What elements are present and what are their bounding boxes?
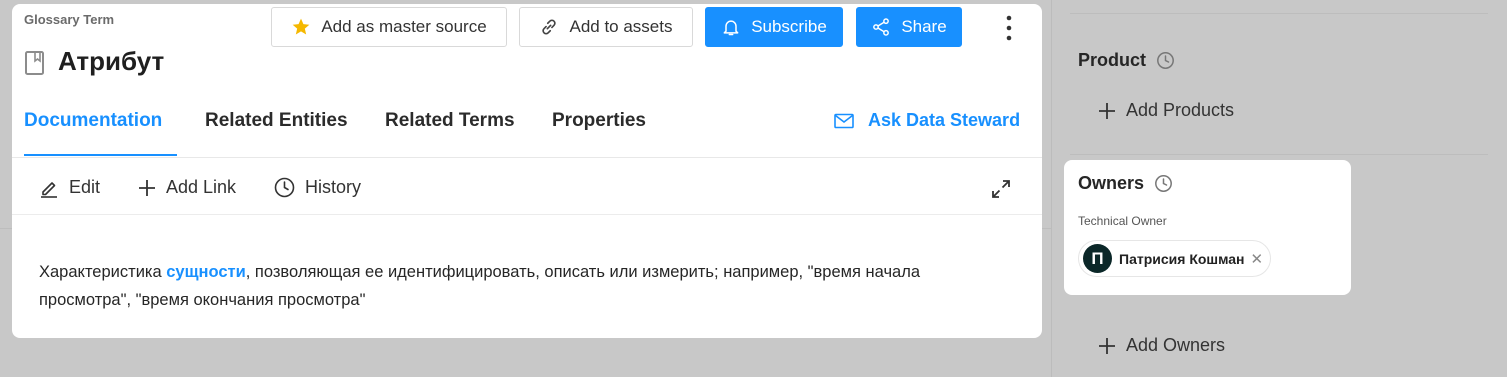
add-owners-button[interactable]: Add Owners [1098,335,1225,356]
share-button[interactable]: Share [856,7,962,47]
owners-section: Owners Technical Owner П Патрисия Кошман… [1064,160,1351,295]
book-icon [25,51,44,75]
add-master-source-label: Add as master source [321,17,487,36]
tabs-divider [12,157,1042,158]
share-icon [873,18,890,36]
add-master-source-button[interactable]: Add as master source [271,7,507,47]
share-label: Share [901,17,947,36]
tab-related-terms[interactable]: Related Terms [385,110,515,132]
add-to-assets-label: Add to assets [569,17,673,36]
star-icon [292,18,310,35]
description-text: Характеристика [39,263,167,281]
plus-icon [1099,102,1115,119]
subscribe-label: Subscribe [751,17,827,36]
owners-title: Owners [1078,173,1145,193]
owners-section-title: Owners [1078,173,1173,194]
plus-icon [139,179,155,196]
description-link[interactable]: сущности [166,263,246,281]
add-owners-label: Add Owners [1126,335,1226,355]
owner-chip[interactable]: П Патрисия Кошман ✕ [1078,240,1271,277]
add-products-label: Add Products [1126,100,1235,120]
sidebar-divider [1070,154,1488,155]
page-title: Атрибут [58,46,165,76]
ask-data-steward-button[interactable]: Ask Data Steward [834,110,1020,131]
active-tab-indicator [24,154,177,156]
background-divider [0,228,12,229]
breadcrumb: Glossary Term [24,12,115,27]
history-icon[interactable] [1154,174,1173,193]
history-button[interactable]: History [274,177,361,198]
history-label: History [305,177,362,197]
sidebar-border [1051,0,1052,377]
add-link-button[interactable]: Add Link [138,177,236,198]
tab-properties[interactable]: Properties [552,110,646,132]
product-section-title: Product [1078,50,1175,71]
expand-icon[interactable] [990,178,1012,200]
more-options-icon[interactable] [1002,14,1016,42]
mail-icon [834,113,854,128]
clock-icon [274,177,295,198]
plus-icon [1099,337,1115,354]
add-products-button[interactable]: Add Products [1098,100,1234,121]
owner-name: Патрисия Кошман [1119,250,1245,267]
product-title: Product [1078,50,1147,70]
add-link-label: Add Link [166,177,237,197]
avatar: П [1083,244,1112,273]
subscribe-button[interactable]: Subscribe [705,7,843,47]
owner-type-label: Technical Owner [1078,214,1167,228]
tab-related-entities[interactable]: Related Entities [205,110,348,132]
history-icon[interactable] [1156,51,1175,70]
sidebar-divider [1070,13,1488,14]
add-to-assets-button[interactable]: Add to assets [519,7,693,47]
edit-button[interactable]: Edit [39,177,100,198]
bell-icon [723,20,739,36]
toolbar-divider [12,214,1042,215]
remove-owner-icon[interactable]: ✕ [1251,250,1264,268]
ask-data-steward-label: Ask Data Steward [868,110,1021,130]
term-description: Характеристика сущности, позволяющая ее … [39,258,999,314]
pencil-icon [41,181,57,198]
link-icon [542,19,557,35]
edit-label: Edit [69,177,101,197]
tab-documentation[interactable]: Documentation [24,110,162,132]
glossary-term-card: Glossary Term Атрибут Add as master sour… [12,4,1042,338]
